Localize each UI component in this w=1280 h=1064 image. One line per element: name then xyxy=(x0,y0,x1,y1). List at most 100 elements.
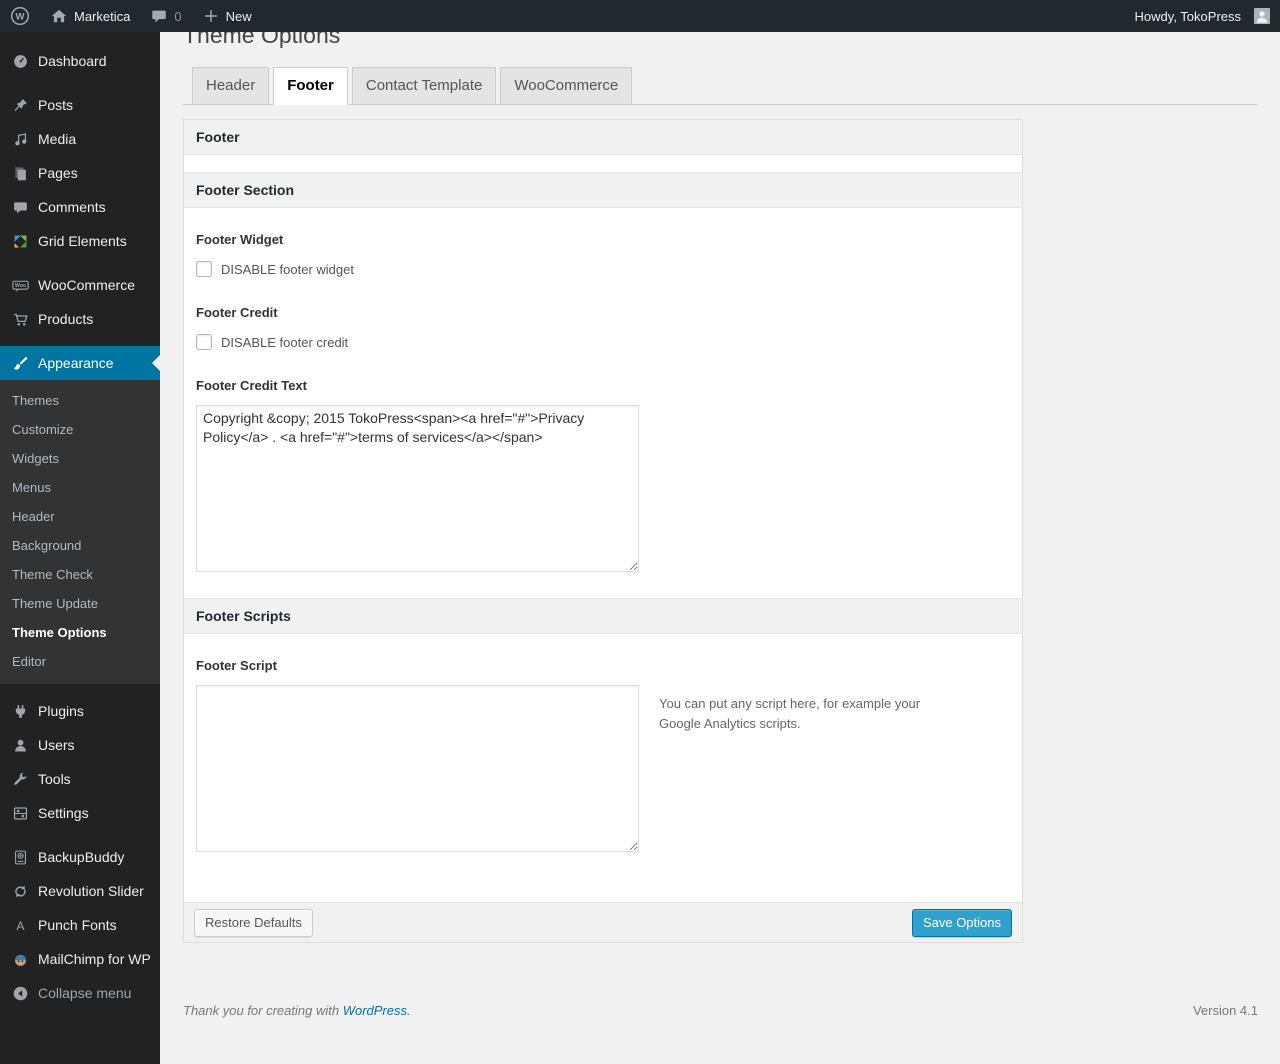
sidebar-item-label: Comments xyxy=(38,199,106,215)
sidebar-item-label: Tools xyxy=(38,771,71,787)
sidebar-item-label: Pages xyxy=(38,165,78,181)
sidebar-subitem-widgets[interactable]: Widgets xyxy=(0,444,160,473)
footer-section-body: Footer Widget DISABLE footer widget Foot… xyxy=(184,208,1022,598)
main-content: Theme Options Header Footer Contact Templa… xyxy=(160,0,1280,1032)
comments-menu[interactable]: 0 xyxy=(140,0,191,32)
disable-footer-widget-label: DISABLE footer widget xyxy=(221,261,354,277)
wordpress-logo-menu[interactable]: W xyxy=(0,0,40,32)
footer-script-help: You can put any script here, for example… xyxy=(659,696,921,732)
sidebar-item-mailchimp-for-wp[interactable]: MailChimp for WP xyxy=(0,942,160,976)
howdy-label: Howdy, TokoPress xyxy=(1134,8,1241,24)
sidebar-item-posts[interactable]: Posts xyxy=(0,88,160,122)
footer-script-textarea[interactable] xyxy=(196,685,639,852)
sidebar-item-woocommerce[interactable]: Woo WooCommerce xyxy=(0,268,160,302)
sidebar-item-products[interactable]: Products xyxy=(0,302,160,336)
panel-gap xyxy=(184,155,1022,172)
new-content-menu[interactable]: New xyxy=(192,0,262,32)
site-name-menu[interactable]: Marketica xyxy=(40,0,140,32)
sidebar-item-settings[interactable]: Settings xyxy=(0,796,160,830)
thankyou-prefix: Thank you for creating with xyxy=(183,1003,340,1018)
sidebar-item-label: Collapse menu xyxy=(38,985,132,1001)
comments-icon xyxy=(10,197,30,217)
sidebar-item-plugins[interactable]: Plugins xyxy=(0,694,160,728)
punch-fonts-icon: A xyxy=(10,915,30,935)
tab-footer[interactable]: Footer xyxy=(273,67,348,105)
admin-bar: W Marketica 0 New Howdy, TokoPress xyxy=(0,0,1280,32)
sidebar-item-label: Revolution Slider xyxy=(38,883,144,899)
sidebar-item-label: Appearance xyxy=(38,355,114,371)
sidebar-item-comments[interactable]: Comments xyxy=(0,190,160,224)
sidebar-subitem-themes[interactable]: Themes xyxy=(0,386,160,415)
sidebar-item-label: Punch Fonts xyxy=(38,917,117,933)
new-label: New xyxy=(225,8,252,24)
footer-credit-check-row: DISABLE footer credit xyxy=(196,334,1010,350)
sidebar-subitem-theme-options[interactable]: Theme Options xyxy=(0,618,160,647)
tab-label: WooCommerce xyxy=(514,77,619,94)
plus-icon xyxy=(202,7,220,25)
footer-widget-label: Footer Widget xyxy=(196,232,284,247)
woocommerce-icon: Woo xyxy=(10,275,30,295)
sidebar-item-label: WooCommerce xyxy=(38,277,135,293)
sidebar-item-label: Dashboard xyxy=(38,53,107,69)
restore-defaults-button[interactable]: Restore Defaults xyxy=(194,908,313,937)
sidebar-item-label: Products xyxy=(38,311,94,327)
sidebar: Dashboard Posts Media Pages Comments Grid Ele… xyxy=(0,32,160,1064)
sidebar-separator xyxy=(0,258,160,268)
wordpress-link[interactable]: WordPress. xyxy=(343,1003,411,1018)
revolution-slider-icon xyxy=(10,881,30,901)
sidebar-item-appearance[interactable]: Appearance xyxy=(0,346,160,380)
disable-footer-widget-checkbox[interactable] xyxy=(196,261,212,277)
sidebar-item-collapse-menu[interactable]: Collapse menu xyxy=(0,976,160,1010)
disable-footer-credit-checkbox[interactable] xyxy=(196,334,212,350)
mailchimp-icon xyxy=(10,949,30,969)
tab-label: Header xyxy=(206,77,256,94)
sidebar-item-label: Media xyxy=(38,131,77,147)
save-options-button[interactable]: Save Options xyxy=(911,908,1012,937)
pages-icon xyxy=(10,163,30,183)
footer-scripts-body: Footer Script You can put any script her… xyxy=(184,634,1022,902)
settings-icon xyxy=(10,803,30,823)
backupbuddy-icon xyxy=(10,847,30,867)
sidebar-subitem-editor[interactable]: Editor xyxy=(0,647,160,676)
footer-section-header: Footer Section xyxy=(184,172,1022,208)
footer-credit-label: Footer Credit xyxy=(196,305,278,320)
sidebar-subitem-menus[interactable]: Menus xyxy=(0,473,160,502)
sidebar-item-users[interactable]: Users xyxy=(0,728,160,762)
sidebar-item-punch-fonts[interactable]: A Punch Fonts xyxy=(0,908,160,942)
footer-script-row: You can put any script here, for example… xyxy=(196,673,1010,852)
wordpress-logo-icon: W xyxy=(10,6,30,26)
footer-credit-text-label: Footer Credit Text xyxy=(196,378,307,393)
sidebar-item-tools[interactable]: Tools xyxy=(0,762,160,796)
panel-footer: Restore Defaults Save Options xyxy=(184,902,1022,942)
sidebar-subitem-background[interactable]: Background xyxy=(0,531,160,560)
footer-widget-check-row: DISABLE footer widget xyxy=(196,261,1010,277)
account-menu[interactable]: Howdy, TokoPress xyxy=(1125,0,1280,32)
sidebar-item-media[interactable]: Media xyxy=(0,122,160,156)
sidebar-item-revolution-slider[interactable]: Revolution Slider xyxy=(0,874,160,908)
posts-icon xyxy=(10,95,30,115)
sidebar-item-dashboard[interactable]: Dashboard xyxy=(0,44,160,78)
sidebar-subitem-customize[interactable]: Customize xyxy=(0,415,160,444)
sidebar-subitem-theme-update[interactable]: Theme Update xyxy=(0,589,160,618)
sidebar-subitem-theme-check[interactable]: Theme Check xyxy=(0,560,160,589)
footer-script-label: Footer Script xyxy=(196,658,277,673)
svg-text:Woo: Woo xyxy=(15,283,26,289)
sidebar-item-grid-elements[interactable]: Grid Elements xyxy=(0,224,160,258)
sidebar-item-backupbuddy[interactable]: BackupBuddy xyxy=(0,840,160,874)
footer-scripts-header: Footer Scripts xyxy=(184,598,1022,634)
sidebar-item-label: MailChimp for WP xyxy=(38,951,151,967)
tab-contact-template[interactable]: Contact Template xyxy=(351,67,497,105)
sidebar-subitem-header[interactable]: Header xyxy=(0,502,160,531)
tab-woocommerce[interactable]: WooCommerce xyxy=(500,67,633,105)
theme-options-panel: Footer Footer Section Footer Widget DISA… xyxy=(183,119,1023,943)
dashboard-icon xyxy=(10,51,30,71)
appearance-icon xyxy=(10,353,30,373)
sidebar-item-label: Plugins xyxy=(38,703,84,719)
users-icon xyxy=(10,735,30,755)
tab-label: Contact Template xyxy=(365,77,483,94)
tab-bar: Header Footer Contact Template WooCommerce xyxy=(183,67,1257,105)
sidebar-item-label: Settings xyxy=(38,805,89,821)
sidebar-item-pages[interactable]: Pages xyxy=(0,156,160,190)
tab-header[interactable]: Header xyxy=(192,67,270,105)
footer-credit-text-textarea[interactable]: Copyright &copy; 2015 TokoPress<span><a … xyxy=(196,405,639,572)
